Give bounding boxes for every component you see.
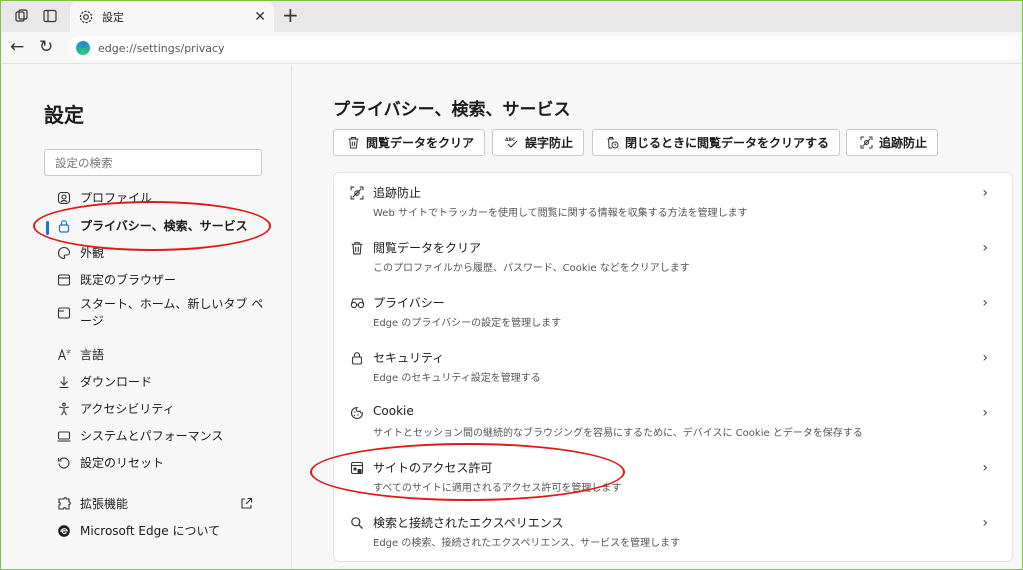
row-description: すべてのサイトに適用されるアクセス許可を管理します	[373, 483, 622, 494]
chevron-right-icon: ›	[982, 515, 988, 531]
address-bar: ← ↻ edge://settings/privacy	[0, 32, 1023, 64]
sidebar-item-system[interactable]: システムとパフォーマンス	[56, 428, 223, 445]
sidebar-item-profile[interactable]: プロファイル	[56, 190, 152, 207]
row-privacy[interactable]: プライバシー Edge のプライバシーの設定を管理します ›	[334, 283, 1012, 338]
url-text: edge://settings/privacy	[98, 41, 225, 55]
tab-bar: 設定 ✕ +	[0, 0, 1023, 32]
sidebar-item-reset[interactable]: 設定のリセット	[56, 455, 164, 472]
lock-icon	[349, 350, 365, 366]
tracking-icon	[859, 136, 873, 150]
row-title: 検索と接続されたエクスペリエンス	[373, 516, 564, 530]
row-title: Cookie	[373, 404, 414, 418]
site-permissions-icon	[349, 460, 365, 476]
spellcheck-icon: ABC	[505, 136, 519, 150]
row-description: Edge のプライバシーの設定を管理します	[373, 318, 562, 329]
extensions-icon	[56, 496, 72, 512]
sidebar-item-languages[interactable]: 字 言語	[56, 347, 104, 364]
profile-icon	[56, 190, 72, 206]
workspaces-icon[interactable]	[14, 8, 30, 24]
accessibility-icon	[56, 401, 72, 417]
row-title: セキュリティ	[373, 351, 445, 365]
svg-text:字: 字	[66, 349, 71, 356]
chevron-right-icon: ›	[982, 240, 988, 256]
back-button[interactable]: ←	[10, 38, 24, 56]
sidebar-item-start-home[interactable]: スタート、ホーム、新しいタブ ペ ージ	[56, 296, 263, 330]
trash-icon	[346, 136, 360, 150]
sidebar-item-about[interactable]: Microsoft Edge について	[56, 523, 220, 540]
row-cookie[interactable]: Cookie サイトとセッション間の継続的なブラウジングを容易にするために、デバ…	[334, 393, 1012, 448]
edge-icon	[56, 523, 72, 539]
glasses-icon	[349, 295, 365, 311]
row-title: サイトのアクセス許可	[373, 461, 493, 475]
row-site-permissions[interactable]: サイトのアクセス許可 すべてのサイトに適用されるアクセス許可を管理します ›	[334, 448, 1012, 503]
row-security[interactable]: セキュリティ Edge のセキュリティ設定を管理する ›	[334, 338, 1012, 393]
page-title: プライバシー、検索、サービス	[333, 100, 571, 120]
sidebar-item-appearance[interactable]: 外観	[56, 245, 104, 262]
appearance-icon	[56, 245, 72, 261]
refresh-button[interactable]: ↻	[39, 38, 53, 56]
row-clear-browsing-data[interactable]: 閲覧データをクリア このプロファイルから履歴、パスワード、Cookie などをク…	[334, 228, 1012, 283]
reset-icon	[56, 455, 72, 471]
settings-card: 追跡防止 Web サイトでトラッカーを使用して閲覧に関する情報を収集する方法を管…	[333, 172, 1013, 562]
chevron-right-icon: ›	[982, 185, 988, 201]
close-tab-icon[interactable]: ✕	[254, 9, 266, 25]
row-search-services[interactable]: 検索と接続されたエクスペリエンス Edge の検索、接続されたエクスペリエンス、…	[334, 503, 1012, 558]
sidebar: 設定 設定の検索 プロファイル プライバシー、検索、サービス 外観 既定のブラウ…	[0, 65, 292, 570]
active-indicator	[46, 221, 49, 235]
sidebar-item-accessibility[interactable]: アクセシビリティ	[56, 401, 175, 418]
language-icon: 字	[56, 347, 72, 363]
chevron-right-icon: ›	[982, 350, 988, 366]
tab-settings[interactable]: 設定 ✕	[70, 2, 274, 32]
new-tab-button[interactable]: +	[282, 5, 299, 25]
search-icon	[349, 515, 365, 531]
sidebar-item-default-browser[interactable]: 既定のブラウザー	[56, 272, 176, 289]
tab-title: 設定	[102, 11, 124, 24]
row-title: 閲覧データをクリア	[373, 241, 482, 255]
chevron-right-icon: ›	[982, 405, 988, 421]
row-title: プライバシー	[373, 296, 445, 310]
chevron-right-icon: ›	[982, 460, 988, 476]
row-description: Edge の検索、接続されたエクスペリエンス、サービスを管理します	[373, 538, 681, 549]
settings-search-input[interactable]: 設定の検索	[44, 149, 262, 176]
lock-icon	[56, 218, 72, 234]
sidebar-item-downloads[interactable]: ダウンロード	[56, 374, 152, 391]
cookie-icon	[349, 405, 365, 421]
gear-icon	[78, 9, 94, 25]
external-link-icon[interactable]	[240, 497, 253, 510]
row-tracking-prevention[interactable]: 追跡防止 Web サイトでトラッカーを使用して閲覧に関する情報を収集する方法を管…	[334, 173, 1012, 228]
vertical-tabs-icon[interactable]	[42, 8, 58, 24]
tracking-prevention-chip[interactable]: 追跡防止	[846, 129, 939, 156]
home-icon	[56, 305, 72, 321]
browser-icon	[56, 272, 72, 288]
tracking-icon	[349, 185, 365, 201]
sidebar-item-extensions[interactable]: 拡張機能	[56, 496, 128, 513]
trash-icon	[349, 240, 365, 256]
row-title: 追跡防止	[373, 186, 422, 200]
row-description: このプロファイルから履歴、パスワード、Cookie などをクリアします	[373, 263, 690, 274]
clear-on-close-chip[interactable]: 閉じるときに閲覧データをクリアする	[592, 129, 841, 156]
row-description: Edge のセキュリティ設定を管理する	[373, 373, 541, 384]
chevron-right-icon: ›	[982, 295, 988, 311]
spellcheck-chip[interactable]: ABC 誤字防止	[492, 129, 585, 156]
sidebar-item-privacy[interactable]: プライバシー、検索、サービス	[56, 218, 248, 235]
row-description: サイトとセッション間の継続的なブラウジングを容易にするために、デバイスに Coo…	[373, 428, 863, 439]
row-description: Web サイトでトラッカーを使用して閲覧に関する情報を収集する方法を管理します	[373, 208, 748, 219]
download-icon	[56, 374, 72, 390]
clear-browsing-data-chip[interactable]: 閲覧データをクリア	[333, 129, 486, 156]
main-content: プライバシー、検索、サービス 閲覧データをクリア ABC 誤字防止 閉じるときに…	[293, 65, 1023, 570]
system-icon	[56, 428, 72, 444]
edge-logo-icon	[76, 41, 90, 55]
svg-text:ABC: ABC	[505, 137, 516, 143]
trash-clock-icon	[605, 136, 619, 150]
sidebar-title: 設定	[44, 103, 84, 127]
url-field[interactable]: edge://settings/privacy	[68, 36, 1023, 60]
